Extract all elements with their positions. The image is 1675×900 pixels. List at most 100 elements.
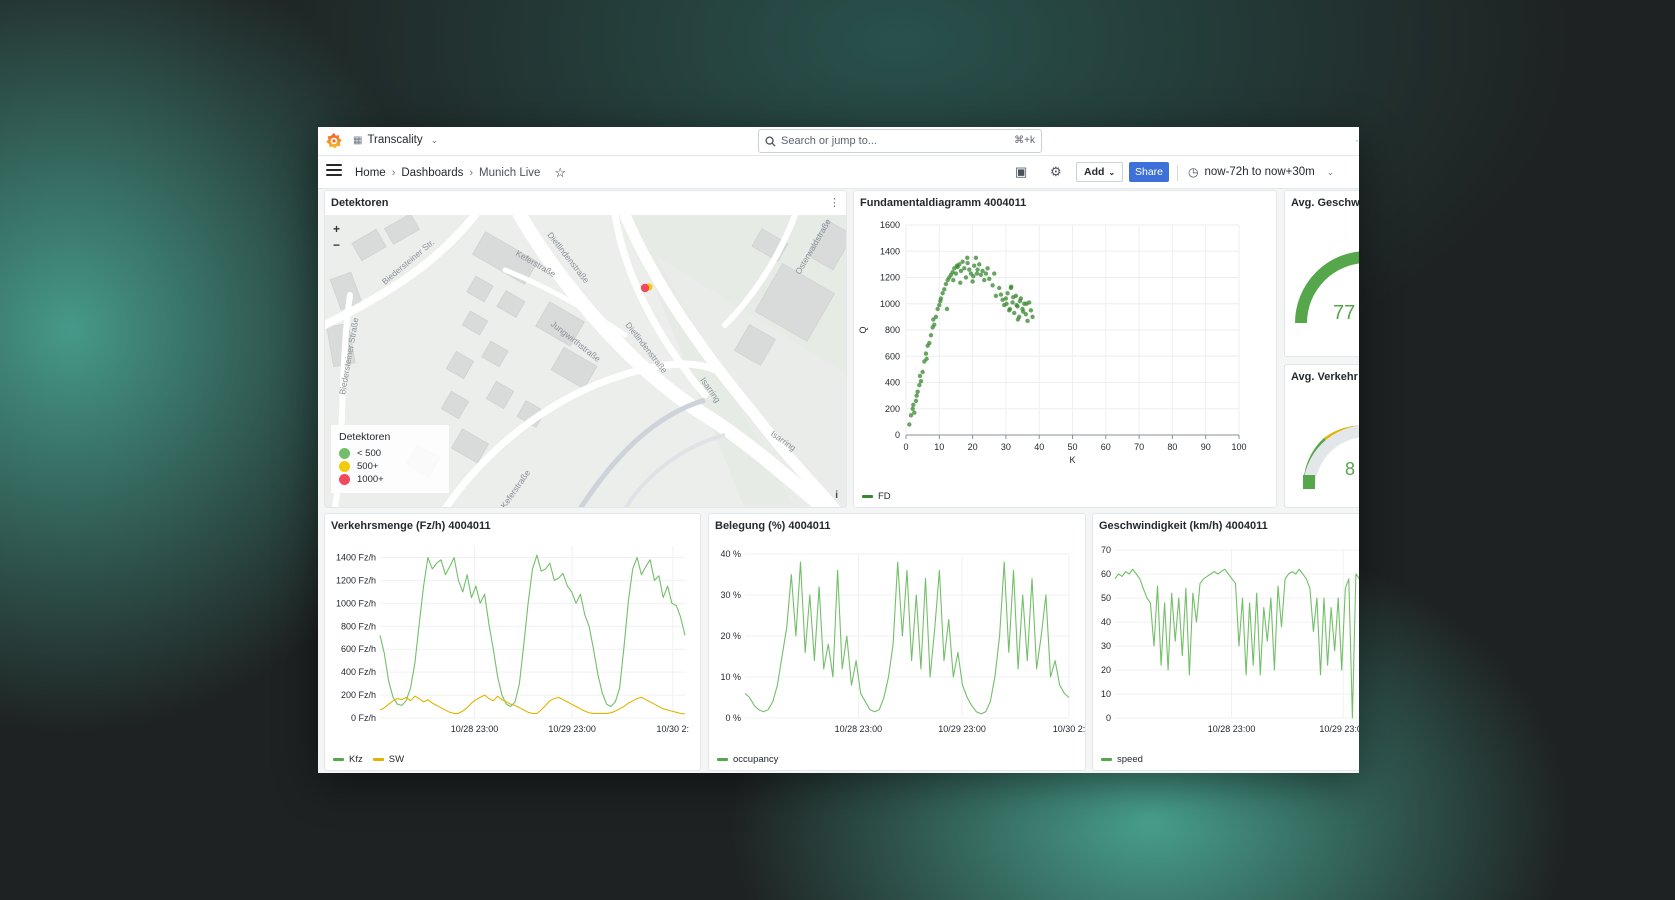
org-switcher[interactable]: ▦ Transcality ⌄ <box>353 134 438 146</box>
scatter-panel[interactable]: Fundamentaldiagramm 4004011 0 200 400 600 80… <box>853 190 1277 508</box>
divider <box>1177 165 1178 181</box>
legend-item: 500+ <box>339 460 441 473</box>
scatter-point <box>1015 317 1021 322</box>
scatter-point <box>1011 294 1016 300</box>
grafana-window: ▦ Transcality ⌄ Search or jump to... ⌘+k… <box>318 127 1359 773</box>
map-panel[interactable]: Detektoren ⋮ Dietlindenstraße Dietlinden… <box>324 190 847 508</box>
scatter-point <box>973 255 979 261</box>
chart-legend: FD <box>862 491 891 502</box>
scatter-point <box>958 280 963 285</box>
y-tick-label: 600 Fz/h <box>341 644 376 654</box>
chevron-down-icon: ⌄ <box>1326 166 1335 177</box>
gauge-chart: 77 <box>1295 251 1359 324</box>
volume-chart: 1400 Fz/h 1200 Fz/h 1000 Fz/h 800 Fz/h 600 F… <box>336 546 689 734</box>
scatter-point <box>915 389 920 394</box>
y-tick-label: 600 <box>885 351 900 361</box>
settings-gear-icon[interactable]: ⚙ <box>1050 164 1062 180</box>
menu-icon[interactable] <box>326 164 342 178</box>
chart-legend: speed <box>1101 754 1143 765</box>
breadcrumb-current: Munich Live <box>479 167 541 179</box>
gauge-value: 8 <box>1345 459 1355 479</box>
y-tick-label: 400 Fz/h <box>341 667 376 677</box>
y-tick-label: 70 <box>1101 545 1111 555</box>
legend-label: < 500 <box>357 448 382 459</box>
scatter-point <box>917 373 923 379</box>
scatter-point <box>920 369 925 375</box>
time-range-label: now-72h to now+30m <box>1204 166 1315 178</box>
search-input[interactable]: Search or jump to... ⌘+k <box>758 129 1042 153</box>
scatter-point <box>970 279 975 284</box>
speed-chart: 70 60 50 40 30 20 10 0 10/28 23:00 10/29 23:00 <box>1101 545 1359 734</box>
gauge-panel-traffic[interactable]: Avg. Verkehr 8 <box>1284 364 1359 508</box>
y-tick-label: 30 % <box>720 590 741 600</box>
y-tick-label: 50 <box>1101 593 1111 603</box>
share-button[interactable]: Share <box>1129 162 1170 182</box>
scatter-point <box>938 298 943 304</box>
scatter-point <box>993 293 999 299</box>
grafana-logo-icon[interactable] <box>325 132 343 150</box>
y-axis-label: Q <box>858 326 868 333</box>
scatter-point <box>962 266 967 271</box>
volume-panel[interactable]: Verkehrsmenge (Fz/h) 4004011 1400 Fz/h 12… <box>324 513 701 771</box>
scatter-point <box>997 285 1002 291</box>
zoom-in-button[interactable]: + <box>333 221 340 237</box>
scatter-point <box>1012 310 1017 316</box>
scatter-point <box>1025 318 1030 324</box>
panel-menu-icon[interactable]: ⋮ <box>829 196 840 209</box>
legend-item[interactable]: occupancy <box>717 754 778 765</box>
y-tick-label: 10 % <box>720 672 741 682</box>
scatter-point <box>918 378 924 384</box>
x-tick-label: 90 <box>1201 442 1211 452</box>
x-tick-label: 10/30 2: <box>1053 724 1086 734</box>
legend-item[interactable]: speed <box>1101 754 1143 765</box>
scatter-point <box>977 262 982 267</box>
breadcrumb-home[interactable]: Home <box>355 167 386 179</box>
search-placeholder: Search or jump to... <box>781 135 877 147</box>
star-icon[interactable]: ☆ <box>554 165 566 181</box>
scatter-point <box>943 281 949 287</box>
info-icon[interactable]: i <box>835 490 838 501</box>
scatter-point <box>987 276 992 282</box>
scatter-point <box>992 271 997 276</box>
gauge-panel-speed[interactable]: Avg. Geschw 77 <box>1284 190 1359 357</box>
add-button[interactable]: Add ⌄ <box>1076 162 1124 182</box>
y-tick-label: 1400 Fz/h <box>336 552 376 562</box>
legend-item[interactable]: Kfz <box>333 754 363 765</box>
legend-label: FD <box>878 491 891 502</box>
zoom-out-button[interactable]: − <box>333 237 340 253</box>
legend-item[interactable]: SW <box>372 754 404 765</box>
legend-label: 1000+ <box>357 474 384 485</box>
y-tick-label: 400 <box>885 378 900 388</box>
chevron-right-icon: › <box>469 167 474 179</box>
series-line <box>744 561 1070 715</box>
y-tick-label: 1000 Fz/h <box>336 598 376 608</box>
chart-legend: occupancy <box>717 754 778 765</box>
scatter-point <box>1009 284 1014 289</box>
scatter-point <box>932 322 937 327</box>
breadcrumb-dashboards[interactable]: Dashboards <box>401 167 463 179</box>
save-icon[interactable]: ▣ <box>1015 164 1027 180</box>
scatter-point <box>960 259 965 264</box>
scatter-point <box>923 351 929 356</box>
speed-panel[interactable]: Geschwindigkeit (km/h) 4004011 70 60 50 40 3… <box>1092 513 1359 771</box>
scatter-point <box>1024 301 1029 306</box>
legend-item[interactable]: FD <box>862 491 891 502</box>
series-line <box>379 694 686 715</box>
panel-title: Verkehrsmenge (Fz/h) 4004011 <box>331 520 491 532</box>
map-view[interactable]: Dietlindenstraße Dietlindenstraße Isarri… <box>325 208 846 507</box>
detector-marker[interactable] <box>640 283 650 293</box>
scatter-point <box>924 356 929 362</box>
scatter-point <box>912 410 917 415</box>
time-range-picker[interactable]: ◷ now-72h to now+30m ⌄ <box>1188 165 1334 179</box>
map-legend: Detektoren < 500 500+ 1000+ <box>331 425 449 493</box>
scatter-point <box>985 266 990 271</box>
x-tick-label: 50 <box>1067 442 1077 452</box>
gauge-chart: 8 <box>1303 425 1359 490</box>
legend-label: Kfz <box>349 754 363 765</box>
x-tick-label: 10/29 23:00 <box>938 724 986 734</box>
series-line <box>379 554 686 708</box>
occupancy-panel[interactable]: Belegung (%) 4004011 40 % 30 % 20 % 10 % 0 %… <box>708 513 1086 771</box>
scatter-point <box>911 402 916 408</box>
gauge-value: 77 <box>1333 302 1355 324</box>
panel-title: Fundamentaldiagramm 4004011 <box>860 197 1027 209</box>
